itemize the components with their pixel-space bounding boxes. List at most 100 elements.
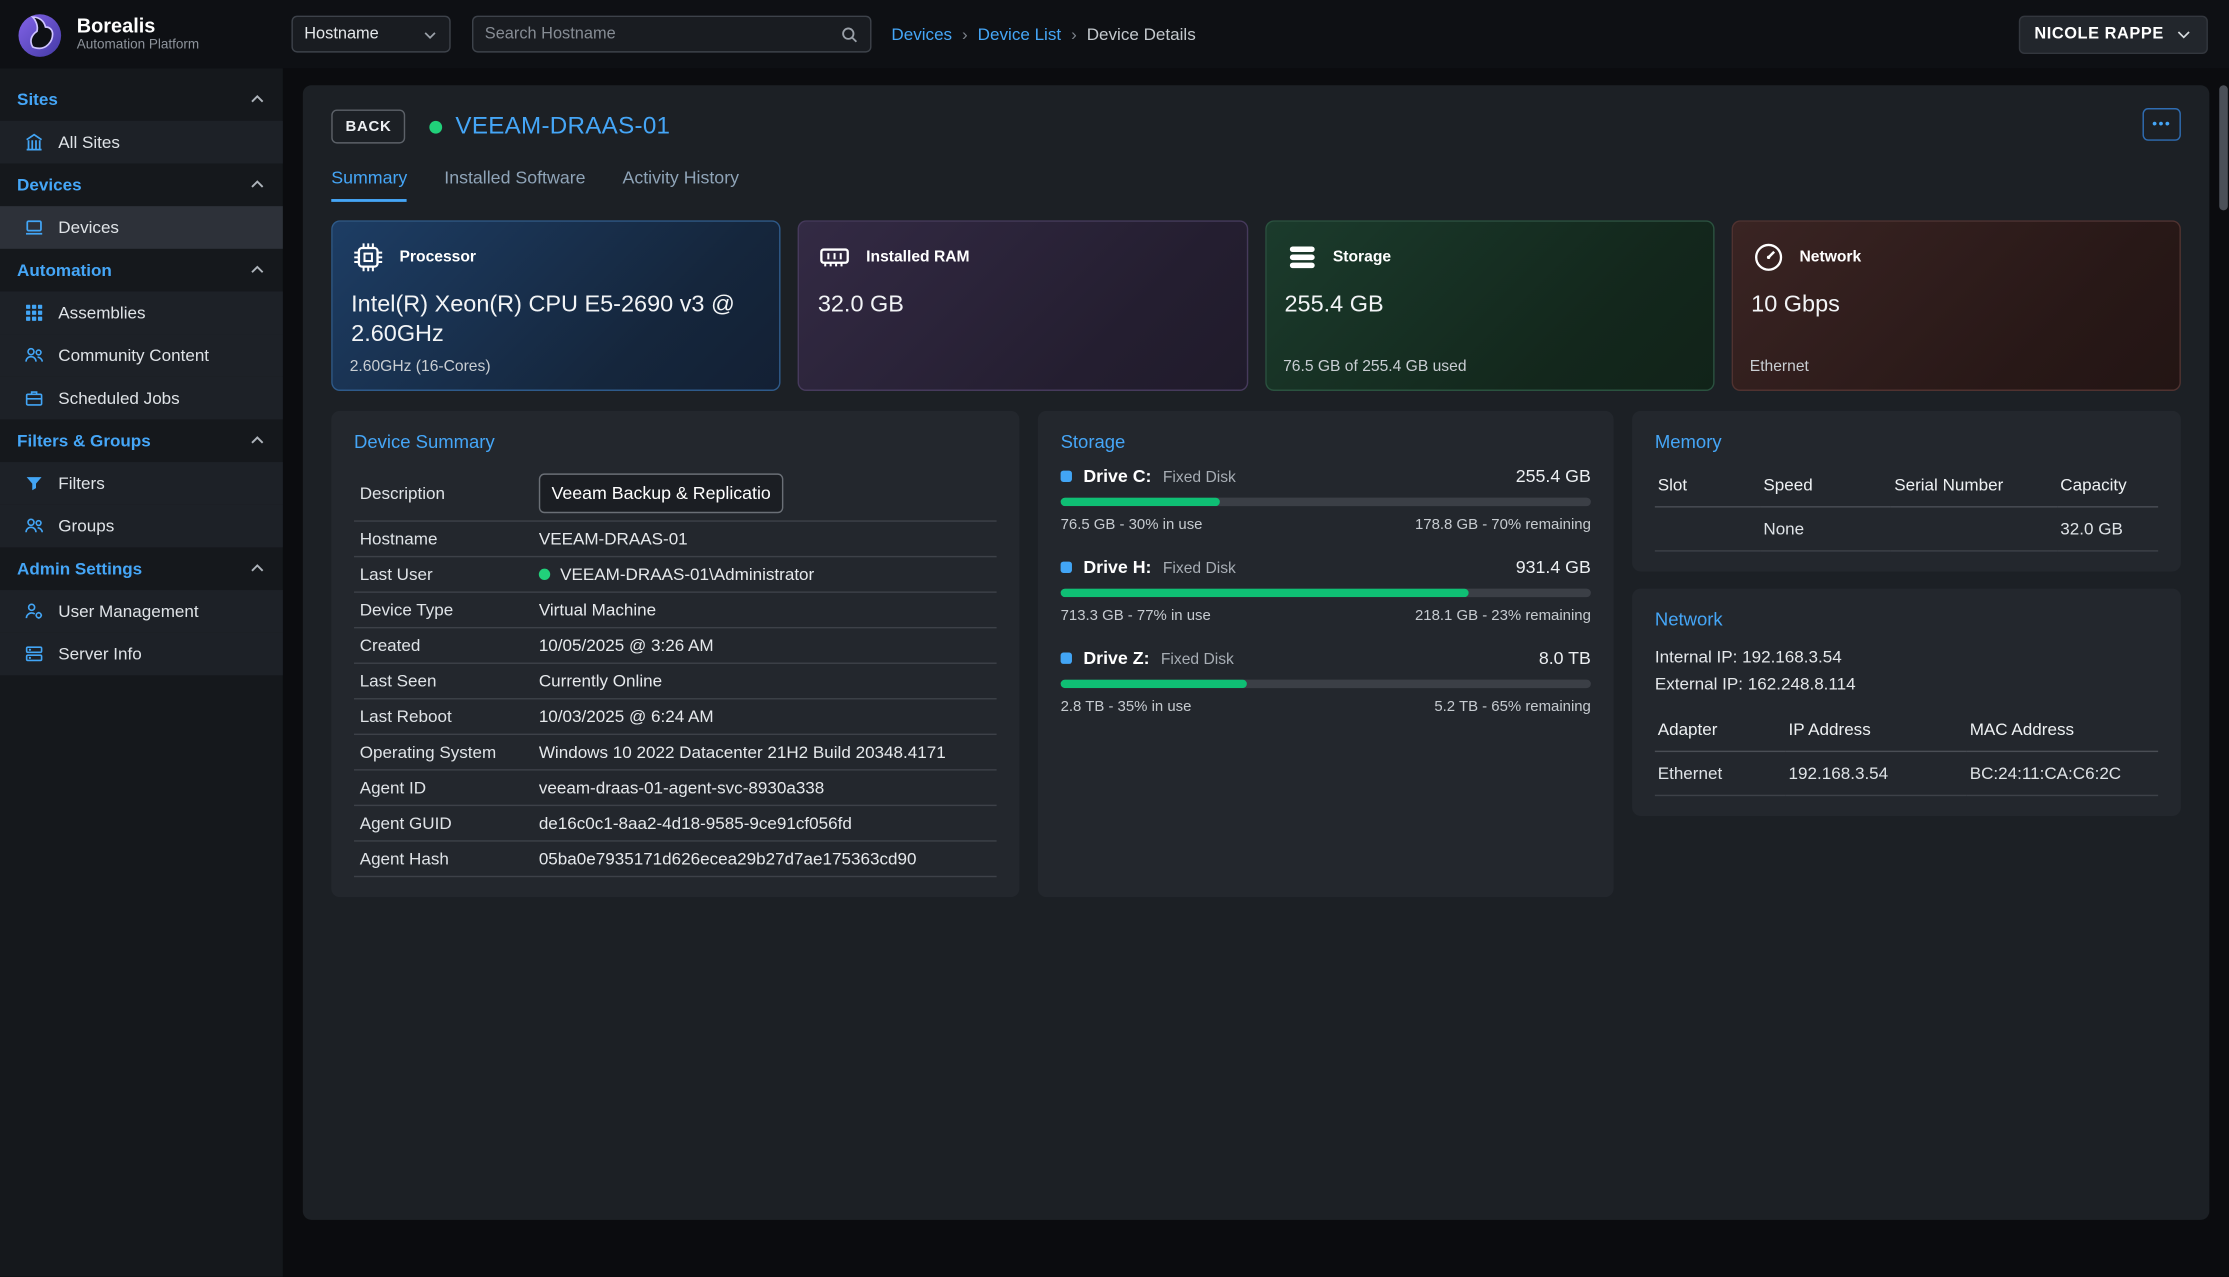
memory-slot xyxy=(1655,508,1761,552)
sidebar-item-server-info[interactable]: Server Info xyxy=(0,633,283,676)
summary-row-last-user: Last User VEEAM-DRAAS-01\Administrator xyxy=(354,557,997,593)
scrollbar-thumb[interactable] xyxy=(2219,85,2228,210)
card-value: 10 Gbps xyxy=(1750,290,2163,320)
main-area: BACK VEEAM-DRAAS-01 ••• Summary Installe… xyxy=(283,68,2229,1276)
sidebar-item-label: Scheduled Jobs xyxy=(58,388,179,408)
chevron-up-icon xyxy=(249,176,266,193)
sidebar-section-sites[interactable]: Sites xyxy=(0,78,283,121)
drive-h: Drive H: Fixed Disk 931.4 GB 713.3 GB - … xyxy=(1061,557,1591,624)
building-icon xyxy=(23,132,44,152)
storage-card: Storage 255.4 GB 76.5 GB of 255.4 GB use… xyxy=(1265,220,1715,391)
card-label: Network xyxy=(1800,249,1862,266)
section-label: Automation xyxy=(17,260,112,280)
chevron-up-icon xyxy=(249,91,266,108)
groups-icon xyxy=(23,516,44,536)
device-header: BACK VEEAM-DRAAS-01 ••• xyxy=(331,108,2181,145)
sidebar-item-label: User Management xyxy=(58,601,198,621)
search-icon[interactable] xyxy=(840,25,858,43)
adapter-mac: BC:24:11:CA:C6:2C xyxy=(1967,752,2158,796)
chevron-up-icon xyxy=(249,432,266,449)
section-label: Devices xyxy=(17,175,82,195)
drive-icon xyxy=(1061,562,1072,573)
sidebar-item-filters[interactable]: Filters xyxy=(0,462,283,505)
people-icon xyxy=(23,345,44,365)
sidebar-item-scheduled-jobs[interactable]: Scheduled Jobs xyxy=(0,377,283,420)
card-value: Intel(R) Xeon(R) CPU E5-2690 v3 @ 2.60GH… xyxy=(350,290,763,351)
sidebar-section-devices[interactable]: Devices xyxy=(0,163,283,206)
tab-activity-history[interactable]: Activity History xyxy=(622,168,739,202)
hostname-filter-select[interactable]: Hostname xyxy=(291,16,450,53)
section-label: Admin Settings xyxy=(17,559,142,579)
sidebar-item-devices[interactable]: Devices xyxy=(0,206,283,249)
grid-icon xyxy=(23,303,44,323)
tab-summary[interactable]: Summary xyxy=(331,168,407,202)
search-input[interactable] xyxy=(485,26,840,43)
sidebar-item-community-content[interactable]: Community Content xyxy=(0,334,283,377)
chevron-up-icon xyxy=(249,560,266,577)
card-value: 255.4 GB xyxy=(1283,290,1696,320)
layout: Sites All Sites Devices Devices xyxy=(0,68,2229,1276)
brand: Borealis Automation Platform xyxy=(0,9,283,60)
network-card: Network 10 Gbps Ethernet xyxy=(1731,220,2181,391)
sidebar-item-all-sites[interactable]: All Sites xyxy=(0,121,283,164)
cpu-icon xyxy=(350,239,387,276)
memory-panel: Memory Slot Speed Serial Number Capacity… xyxy=(1632,411,2181,572)
summary-row-created: Created 10/05/2025 @ 3:26 AM xyxy=(354,628,997,664)
panel-title: Network xyxy=(1655,608,2158,629)
sidebar-item-label: Filters xyxy=(58,473,104,493)
card-value: 32.0 GB xyxy=(816,290,1229,320)
row-label: Description xyxy=(354,483,539,503)
right-column: Memory Slot Speed Serial Number Capacity… xyxy=(1632,411,2181,816)
card-label: Installed RAM xyxy=(866,249,969,266)
topbar: Borealis Automation Platform Hostname De… xyxy=(0,0,2229,68)
section-label: Sites xyxy=(17,90,58,110)
memory-speed: None xyxy=(1761,508,1892,552)
summary-row-device-type: Device Type Virtual Machine xyxy=(354,593,997,629)
breadcrumb: Devices › Device List › Device Details xyxy=(891,24,1195,44)
user-menu-label: NICOLE RAPPE xyxy=(2034,26,2163,43)
brand-text: Borealis Automation Platform xyxy=(77,15,199,53)
external-ip: External IP: 162.248.8.114 xyxy=(1655,670,2158,696)
devices-icon xyxy=(23,218,44,238)
sidebar-item-user-management[interactable]: User Management xyxy=(0,590,283,633)
ram-icon xyxy=(816,239,853,276)
chevron-up-icon xyxy=(249,262,266,279)
sidebar-item-label: Server Info xyxy=(58,644,141,664)
sidebar: Sites All Sites Devices Devices xyxy=(0,68,283,1276)
filter-icon xyxy=(23,473,44,493)
sidebar-item-label: Community Content xyxy=(58,345,209,365)
summary-row-last-reboot: Last Reboot 10/03/2025 @ 6:24 AM xyxy=(354,699,997,735)
card-footer: Ethernet xyxy=(1750,358,2163,375)
brand-subtitle: Automation Platform xyxy=(77,38,199,54)
more-actions-button[interactable]: ••• xyxy=(2143,108,2181,141)
panel-title: Device Summary xyxy=(354,431,997,452)
sidebar-section-filters-groups[interactable]: Filters & Groups xyxy=(0,419,283,462)
summary-row-last-seen: Last Seen Currently Online xyxy=(354,664,997,700)
drive-c: Drive C: Fixed Disk 255.4 GB 76.5 GB - 3… xyxy=(1061,466,1591,533)
chevron-down-icon xyxy=(2175,26,2192,43)
tab-bar: Summary Installed Software Activity Hist… xyxy=(331,168,2181,202)
storage-panel: Storage Drive C: Fixed Disk 255.4 GB 76.… xyxy=(1038,411,1614,897)
card-label: Storage xyxy=(1333,249,1391,266)
breadcrumb-device-list[interactable]: Device List xyxy=(978,24,1061,44)
sidebar-section-automation[interactable]: Automation xyxy=(0,249,283,292)
chevron-down-icon xyxy=(422,26,438,42)
tab-installed-software[interactable]: Installed Software xyxy=(444,168,585,202)
memory-table: Slot Speed Serial Number Capacity None 3… xyxy=(1655,466,2158,551)
sidebar-section-admin-settings[interactable]: Admin Settings xyxy=(0,547,283,590)
description-input[interactable] xyxy=(539,473,784,513)
sidebar-item-assemblies[interactable]: Assemblies xyxy=(0,291,283,334)
back-button[interactable]: BACK xyxy=(331,109,405,143)
memory-capacity: 32.0 GB xyxy=(2057,508,2158,552)
device-title: VEEAM-DRAAS-01 xyxy=(455,112,670,140)
online-status-dot xyxy=(430,120,443,133)
brand-name: Borealis xyxy=(77,15,199,38)
breadcrumb-devices[interactable]: Devices xyxy=(891,24,952,44)
sidebar-item-groups[interactable]: Groups xyxy=(0,505,283,548)
sidebar-item-label: Groups xyxy=(58,516,114,536)
drive-icon xyxy=(1061,653,1072,664)
user-menu-button[interactable]: NICOLE RAPPE xyxy=(2019,15,2208,53)
drive-usage-bar xyxy=(1061,498,1591,507)
drive-z: Drive Z: Fixed Disk 8.0 TB 2.8 TB - 35% … xyxy=(1061,648,1591,715)
hostname-filter-value: Hostname xyxy=(304,26,379,43)
